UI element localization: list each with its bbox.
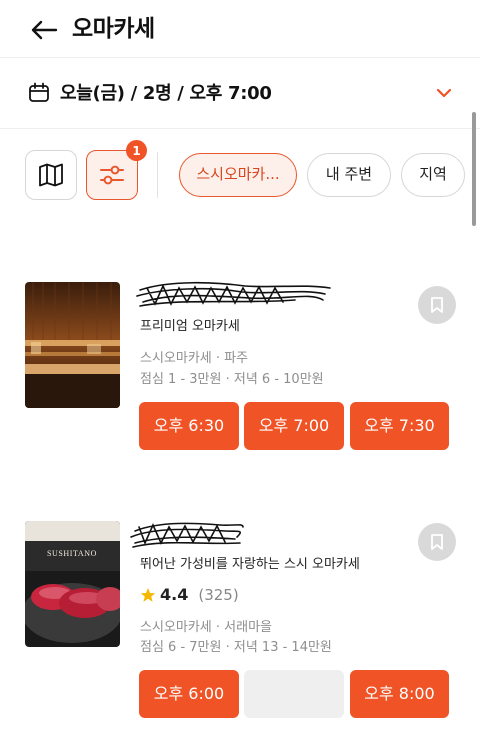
arrow-left-icon <box>31 20 58 40</box>
restaurant-tagline: 뛰어난 가성비를 자랑하는 스시 오마카세 <box>140 557 360 572</box>
chip-sushi-omakase[interactable]: 스시오마카... <box>179 153 297 197</box>
page-title: 오마카세 <box>72 16 155 42</box>
restaurant-price: 점심 6 - 7만원 · 저녁 13 - 14만원 <box>140 640 332 655</box>
bookmark-button[interactable] <box>418 523 456 561</box>
star-icon <box>140 587 156 602</box>
redacted-restaurant-name <box>130 522 244 548</box>
time-slot-button[interactable]: 오후 6:00 <box>139 670 239 718</box>
restaurant-category: 스시오마카세 · 서래마을 <box>140 620 272 635</box>
redacted-restaurant-name <box>136 281 331 307</box>
time-slot-button[interactable]: 오후 7:30 <box>350 402 449 450</box>
thumb-sign-text: SUSHITANO <box>47 549 97 558</box>
restaurant-photo: SUSHITANO <box>25 521 120 647</box>
rating: 4.4 (325) <box>140 585 239 604</box>
chevron-down-icon <box>436 88 452 98</box>
chip-nearby[interactable]: 내 주변 <box>307 153 391 197</box>
reservation-summary: 오늘(금) / 2명 / 오후 7:00 <box>60 83 272 104</box>
restaurant-price: 점심 1 - 3만원 · 저녁 6 - 10만원 <box>140 372 324 387</box>
time-slot-button[interactable]: 오후 6:30 <box>139 402 239 450</box>
restaurant-card[interactable]: SUSHITANO 뛰어난 가성비를 자랑하는 스시 오마카세 4.4 (325… <box>0 521 480 721</box>
calendar-icon <box>29 82 49 102</box>
divider <box>157 152 158 198</box>
map-view-button[interactable] <box>25 150 77 200</box>
restaurant-card[interactable]: 프리미엄 오마카세 스시오마카세 · 파주 점심 1 - 3만원 · 저녁 6 … <box>0 281 480 452</box>
restaurant-tagline: 프리미엄 오마카세 <box>140 319 240 334</box>
sliders-icon <box>100 165 124 185</box>
map-icon <box>39 163 63 187</box>
scrollbar[interactable] <box>472 112 476 226</box>
filter-bar: 1 스시오마카... 내 주변 지역 <box>0 140 470 212</box>
app-header: 오마카세 <box>0 0 480 58</box>
time-slot-button[interactable]: 오후 8:00 <box>350 670 449 718</box>
bookmark-icon <box>431 297 443 313</box>
reservation-selector[interactable]: 오늘(금) / 2명 / 오후 7:00 <box>0 59 480 129</box>
bookmark-icon <box>431 534 443 550</box>
bookmark-button[interactable] <box>418 286 456 324</box>
restaurant-category: 스시오마카세 · 파주 <box>140 351 249 366</box>
back-button[interactable] <box>28 14 60 46</box>
time-slot-placeholder <box>244 670 344 718</box>
review-count: (325) <box>198 585 239 604</box>
chip-region[interactable]: 지역 <box>401 153 465 197</box>
rating-score: 4.4 <box>160 585 189 604</box>
filter-count-badge: 1 <box>126 140 147 161</box>
time-slot-button[interactable]: 오후 7:00 <box>244 402 344 450</box>
restaurant-photo <box>25 282 120 408</box>
